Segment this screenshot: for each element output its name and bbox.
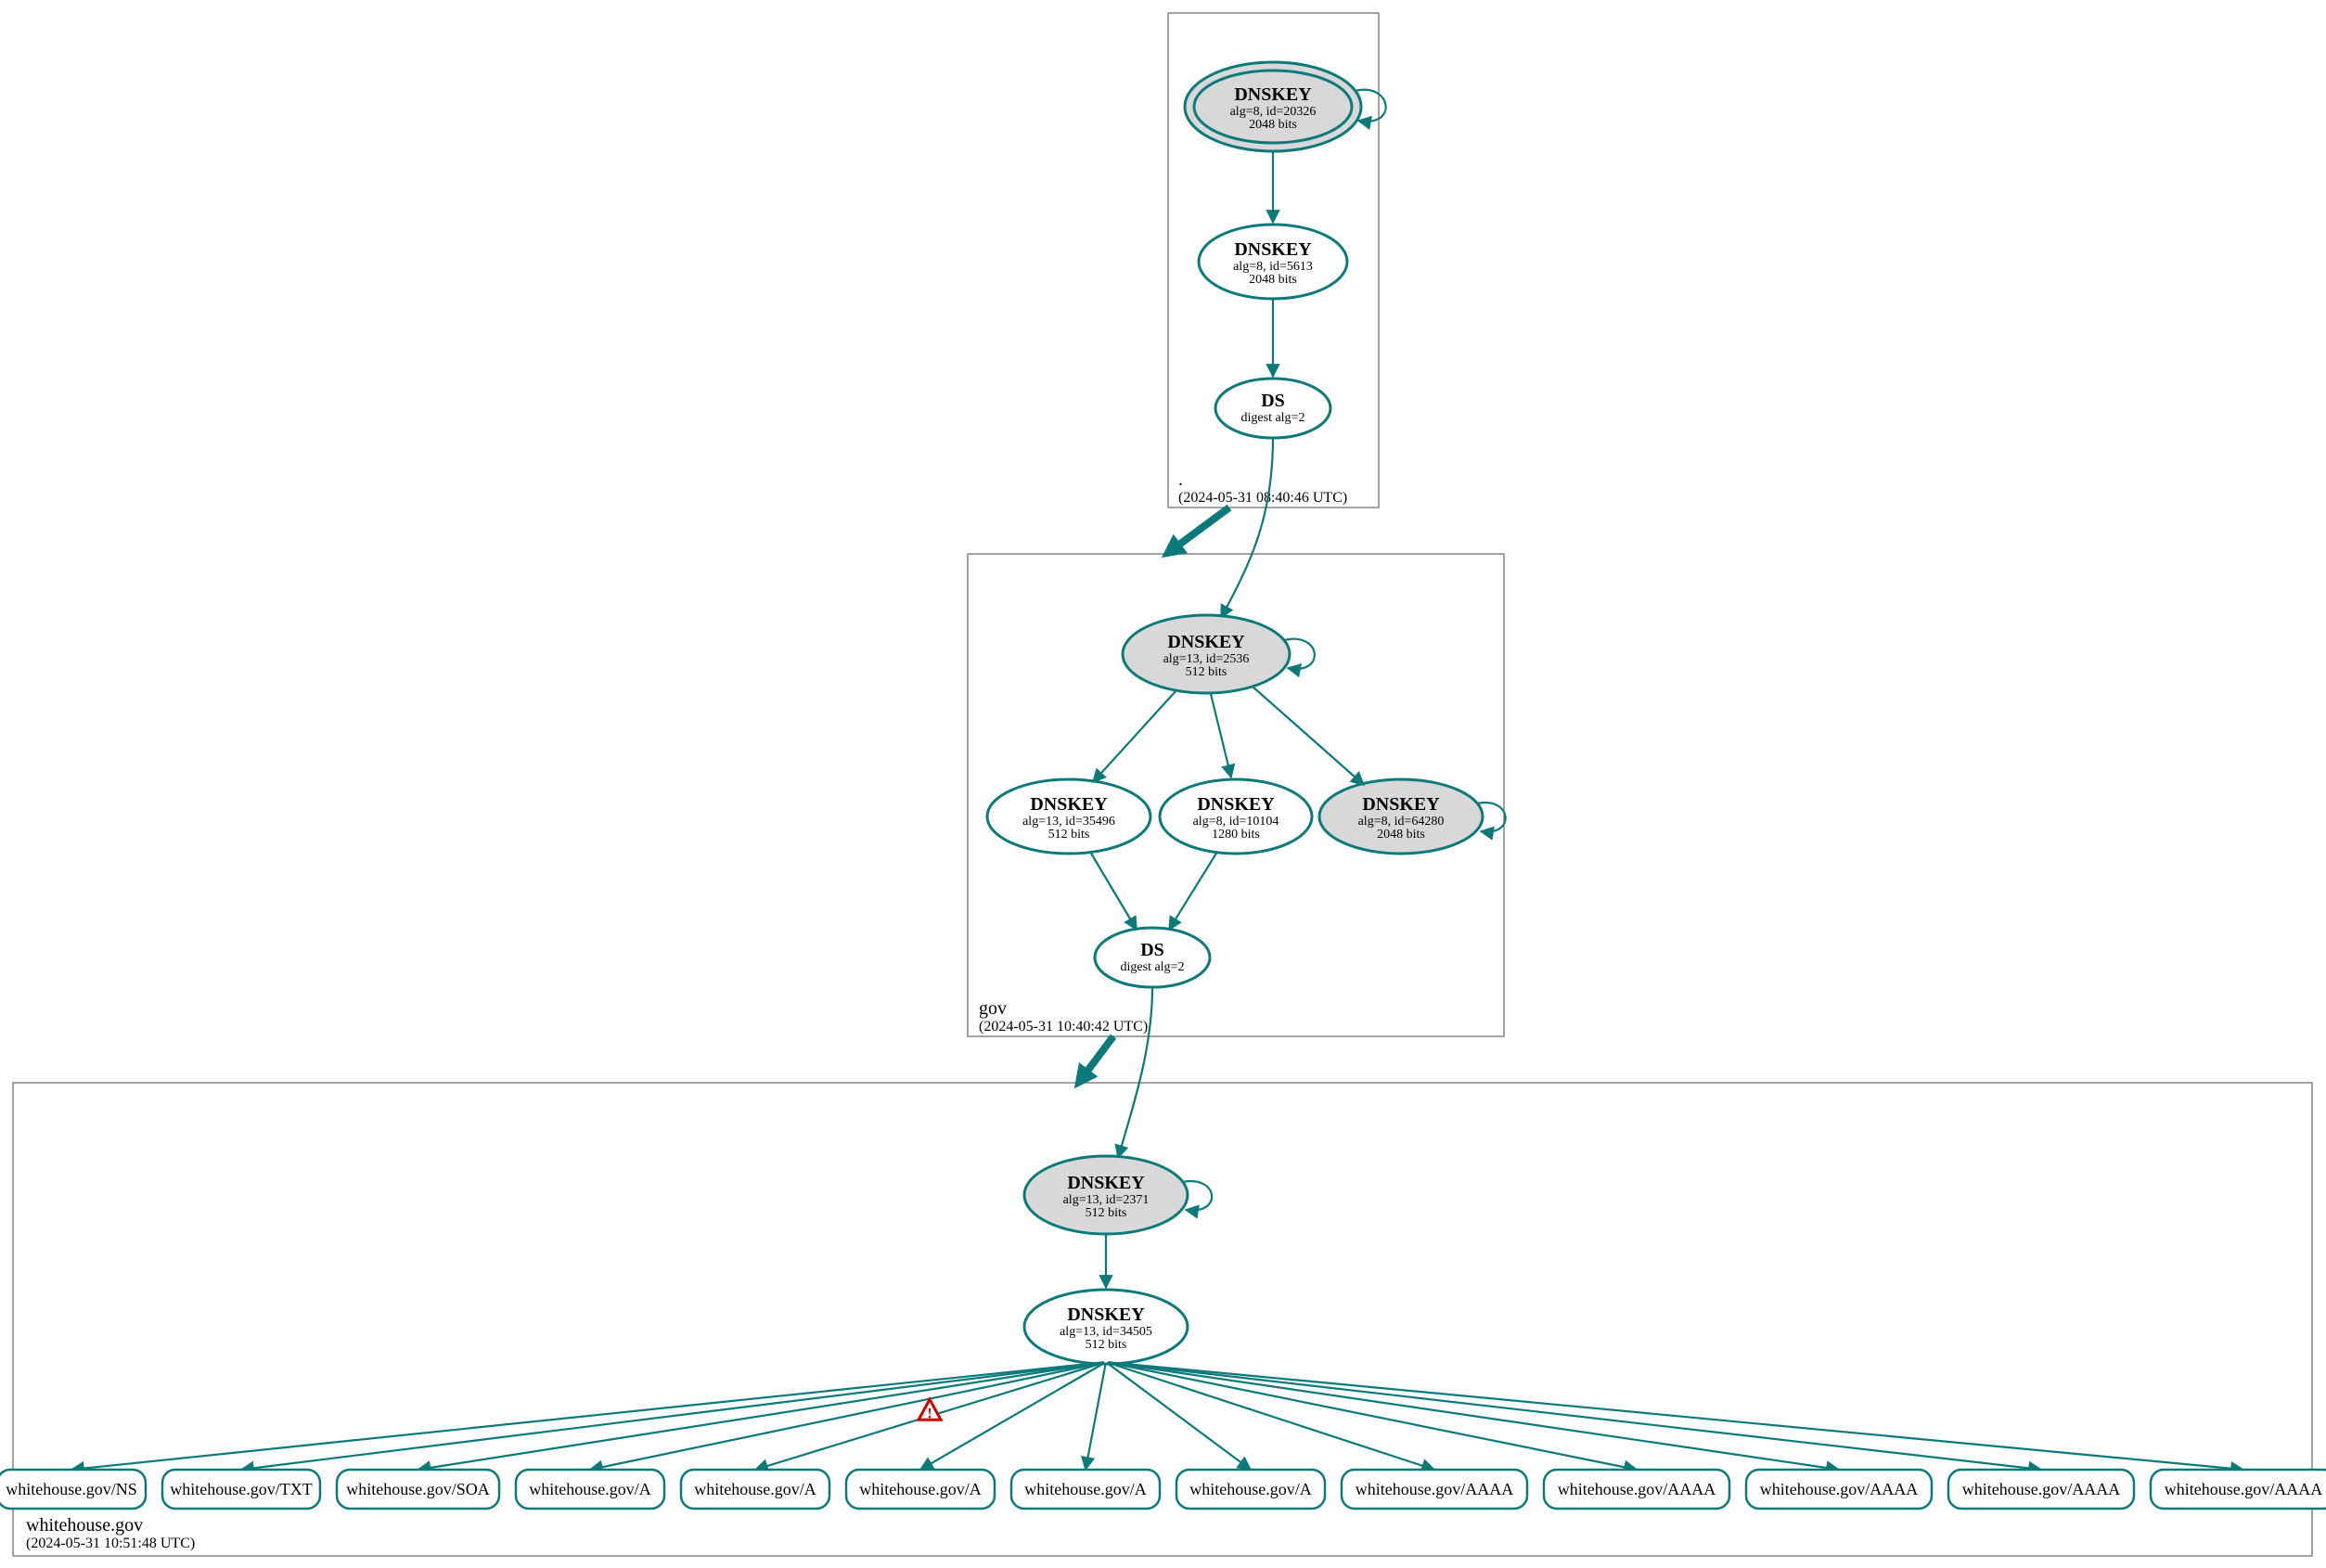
rrset-label: whitehouse.gov/AAAA	[2165, 1480, 2322, 1498]
zone-wh-label: whitehouse.gov	[26, 1515, 143, 1536]
svg-text:alg=8, id=64280: alg=8, id=64280	[1358, 815, 1445, 829]
zone-gov-label: gov	[979, 998, 1007, 1019]
rrset-node: whitehouse.gov/AAAA	[2151, 1470, 2326, 1509]
rrset-label: whitehouse.gov/AAAA	[1558, 1480, 1716, 1498]
node-gov-ds: DS digest alg=2	[1095, 928, 1210, 987]
rrset-label: whitehouse.gov/A	[859, 1480, 981, 1498]
rrset-node: whitehouse.gov/NS	[0, 1470, 146, 1509]
node-root-ksk: DNSKEY alg=8, id=20326 2048 bits	[1185, 62, 1386, 151]
svg-text:512 bits: 512 bits	[1086, 1338, 1127, 1352]
svg-text:2048 bits: 2048 bits	[1249, 273, 1297, 287]
rrset-label: whitehouse.gov/AAAA	[1760, 1480, 1918, 1498]
zone-root-label: .	[1178, 469, 1183, 490]
edge-whzsk-rrset	[418, 1362, 1105, 1470]
edge-govds-whksk	[1118, 987, 1152, 1158]
svg-text:DNSKEY: DNSKEY	[1067, 1305, 1145, 1325]
rrset-node: whitehouse.gov/AAAA	[1544, 1470, 1729, 1509]
edge-govksk-z2	[1211, 694, 1231, 778]
svg-text:DS: DS	[1261, 391, 1285, 411]
rrset-label: whitehouse.gov/A	[694, 1480, 816, 1498]
node-wh-zsk: DNSKEY alg=13, id=34505 512 bits	[1024, 1290, 1188, 1364]
edge-govksk-z3	[1253, 687, 1364, 785]
svg-text:512 bits: 512 bits	[1086, 1206, 1127, 1220]
edge-whzsk-rrset	[1086, 1364, 1106, 1470]
rrset-node: whitehouse.gov/A	[681, 1470, 829, 1509]
svg-text:2048 bits: 2048 bits	[1377, 828, 1425, 842]
edge-root-to-gov-thick	[1169, 508, 1229, 552]
rrset-node: whitehouse.gov/A	[846, 1470, 995, 1509]
svg-text:alg=13, id=2371: alg=13, id=2371	[1063, 1193, 1150, 1207]
rrset-label: whitehouse.gov/A	[1189, 1480, 1311, 1498]
rrset-node: whitehouse.gov/A	[1176, 1470, 1325, 1509]
zone-wh-ts: (2024-05-31 10:51:48 UTC)	[26, 1536, 195, 1551]
rrset-node: whitehouse.gov/AAAA	[1342, 1470, 1527, 1509]
rrset-node: whitehouse.gov/A	[1011, 1470, 1160, 1509]
svg-text:512 bits: 512 bits	[1186, 665, 1227, 679]
edge-whzsk-rrset	[1108, 1362, 1839, 1470]
svg-text:digest alg=2: digest alg=2	[1121, 960, 1185, 974]
rrset-label: whitehouse.gov/SOA	[346, 1480, 490, 1498]
edge-whzsk-rrset	[1108, 1362, 2243, 1470]
node-gov-z1: DNSKEY alg=13, id=35496 512 bits	[987, 779, 1150, 854]
svg-text:DNSKEY: DNSKEY	[1197, 794, 1275, 815]
edge-govz2-govds	[1169, 852, 1217, 930]
svg-text:alg=8, id=10104: alg=8, id=10104	[1193, 815, 1279, 829]
node-gov-z2: DNSKEY alg=8, id=10104 1280 bits	[1160, 779, 1312, 854]
svg-text:512 bits: 512 bits	[1048, 828, 1090, 842]
node-gov-ksk: DNSKEY alg=13, id=2536 512 bits	[1123, 615, 1315, 693]
svg-text:DNSKEY: DNSKEY	[1234, 84, 1312, 105]
svg-text:alg=13, id=34505: alg=13, id=34505	[1060, 1325, 1152, 1339]
rrset-node: whitehouse.gov/AAAA	[1948, 1470, 2134, 1509]
rrset-label: whitehouse.gov/A	[1024, 1480, 1146, 1498]
svg-text:DNSKEY: DNSKEY	[1167, 632, 1245, 652]
node-root-ds: DS digest alg=2	[1215, 379, 1330, 438]
svg-text:DS: DS	[1140, 940, 1164, 960]
node-root-zsk: DNSKEY alg=8, id=5613 2048 bits	[1199, 225, 1347, 299]
svg-text:!: !	[927, 1406, 932, 1421]
svg-text:DNSKEY: DNSKEY	[1030, 794, 1108, 815]
edge-gov-to-wh-thick	[1080, 1036, 1113, 1081]
zone-gov-ts: (2024-05-31 10:40:42 UTC)	[979, 1019, 1148, 1035]
svg-text:alg=13, id=35496: alg=13, id=35496	[1022, 815, 1115, 829]
edge-govksk-z1	[1093, 690, 1176, 782]
edge-whzsk-rrset	[1108, 1362, 1637, 1470]
svg-text:DNSKEY: DNSKEY	[1362, 794, 1440, 815]
rrset-label: whitehouse.gov/NS	[6, 1480, 137, 1498]
svg-text:alg=8, id=5613: alg=8, id=5613	[1233, 260, 1313, 274]
svg-text:alg=13, id=2536: alg=13, id=2536	[1163, 652, 1250, 666]
svg-text:2048 bits: 2048 bits	[1249, 118, 1297, 132]
rrset-label: whitehouse.gov/A	[529, 1480, 650, 1498]
zone-root-ts: (2024-05-31 08:40:46 UTC)	[1178, 490, 1347, 506]
rrset-node: whitehouse.gov/SOA	[337, 1470, 499, 1509]
rrset-label: whitehouse.gov/AAAA	[1962, 1480, 2120, 1498]
edge-govz1-govds	[1090, 852, 1137, 930]
svg-text:DNSKEY: DNSKEY	[1067, 1173, 1145, 1193]
svg-text:DNSKEY: DNSKEY	[1234, 239, 1312, 260]
edge-rootds-govksk	[1221, 438, 1273, 618]
node-wh-ksk: DNSKEY alg=13, id=2371 512 bits	[1024, 1156, 1212, 1234]
rrset-node: whitehouse.gov/TXT	[162, 1470, 320, 1509]
svg-text:alg=8, id=20326: alg=8, id=20326	[1230, 105, 1317, 119]
svg-text:digest alg=2: digest alg=2	[1241, 411, 1305, 425]
rrset-label: whitehouse.gov/TXT	[170, 1480, 312, 1498]
rrset-node: whitehouse.gov/A	[516, 1470, 664, 1509]
svg-text:1280 bits: 1280 bits	[1212, 828, 1260, 842]
rrset-node: whitehouse.gov/AAAA	[1746, 1470, 1932, 1509]
edge-whzsk-rrset	[241, 1362, 1104, 1470]
edge-whzsk-rrset	[1108, 1362, 2041, 1470]
node-gov-z3: DNSKEY alg=8, id=64280 2048 bits	[1319, 779, 1506, 854]
rrset-label: whitehouse.gov/AAAA	[1356, 1480, 1513, 1498]
